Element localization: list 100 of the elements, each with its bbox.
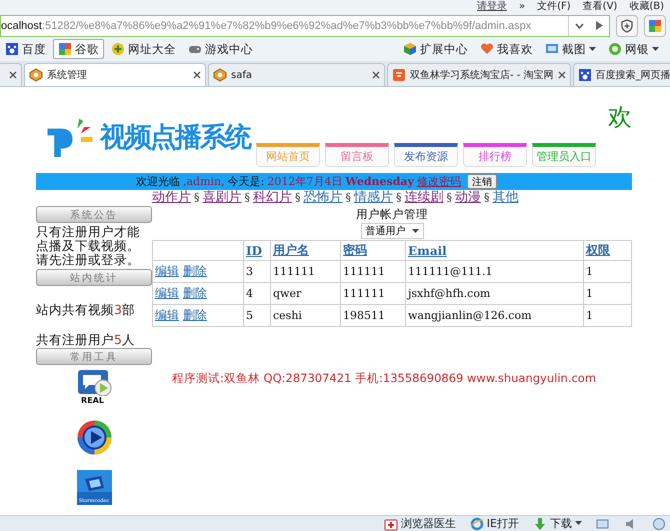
address-field[interactable]: ocalhost:51282/%e8%a7%86%e9%a2%91%e7%82%b9%e6%92%ad%e7%b3%bb%e7%bb%9f/admin.aspx [0,14,610,36]
table-cell: 111111 [340,282,406,304]
bookmark[interactable]: 游戏中心 [183,39,258,59]
close-icon [9,71,17,79]
section-mark: § [194,190,200,206]
table-cell: wangjianlin@126.com [406,304,584,326]
delete-link[interactable]: 删除 [183,264,207,278]
category-link[interactable]: 连续剧 [404,190,444,206]
stats-text: 共有注册用户5人 [36,332,136,347]
category-link[interactable]: 动作片 [152,190,191,206]
user-name: ,admin, [183,175,225,188]
column-header[interactable]: ID [244,240,270,260]
download-icon [533,516,547,530]
category-link[interactable]: 其他 [492,190,518,206]
section-mark: § [295,190,300,206]
plus-icon [111,42,125,56]
window-icon [596,516,610,530]
paw-icon [5,42,19,56]
section-mark: § [484,190,490,206]
section-mark: § [244,190,250,206]
contact-note: 程序测试:双鱼林 QQ:287307421 手机:13558690869 www.shuangyulin.com [172,371,598,386]
login-link[interactable]: 请登录 [476,1,507,13]
medical-kit-icon [384,516,398,530]
caret-icon [589,46,596,52]
table-cell: ceshi [270,304,340,326]
bookmark[interactable]: 百度 [0,39,51,59]
status-item[interactable]: 浏览器医生 [384,516,456,531]
chevron-down-icon [574,22,584,28]
site-title: 视频点播系统 [100,121,250,155]
table-cell: 1 [584,304,632,326]
panel-title: 用户帐户管理 [356,207,428,222]
column-header[interactable]: 密码 [340,240,406,260]
url-path: :51282/%e8%a7%86%e9%a2%91%e7%82%b9%e6%92%ad%e7%b3%bb%e7%bb%9f/admin.aspx [42,20,532,32]
browser-tab[interactable]: 双鱼林学习系统淘宝店- - 淘宝网 [387,63,571,86]
toolbar-button[interactable]: 我喜欢 [475,39,538,59]
bookmark[interactable]: 谷歌 [53,39,104,59]
menu-item[interactable]: 收藏(B) [629,1,664,13]
hexagon-icon [213,68,227,82]
delete-link[interactable]: 删除 [183,286,207,300]
browser-tab[interactable] [0,63,22,86]
browser-tab[interactable]: 系统管理 [24,63,206,86]
marquee-text: 欢 [608,102,632,133]
table-cell: 111111 [270,260,340,282]
browser-tab[interactable]: safa [208,63,385,86]
toolbar-button[interactable]: 网银 [603,39,664,59]
table-cell: 1 [584,260,632,282]
date-text: 2012年7月4日 [267,174,342,189]
delete-link[interactable]: 删除 [183,308,207,322]
taobao-icon [392,68,406,82]
browser-tab[interactable]: 百度搜索_网页播 [572,63,670,86]
media-player-icon[interactable] [76,420,112,455]
shield-icon [620,18,634,32]
close-icon [193,71,201,79]
section-mark: § [396,190,402,206]
greeting-text: 欢迎光临 [136,174,180,189]
table-cell: 3 [244,260,270,282]
cube-icon [403,42,417,56]
bookmark[interactable]: 网址大全 [106,39,181,59]
today-label: 今天是: [228,174,264,189]
edit-link[interactable]: 编辑 [155,264,179,278]
table-cell: jsxhf@hfh.com [406,282,584,304]
more-chevron[interactable]: » [518,1,526,13]
weekday-text: Wednesday [345,175,414,188]
column-header[interactable]: 权限 [584,240,632,260]
play-icon [596,21,602,30]
security-button[interactable] [616,14,638,36]
table-cell: 4 [244,282,270,304]
column-header[interactable]: 用户名 [270,240,340,260]
category-link[interactable]: 科幻片 [253,190,292,206]
notice-text: 只有注册用户才能点播及下载视频。请先注册或登录。 [36,225,141,267]
category-link[interactable]: 恐怖片 [304,190,342,206]
table-cell: 198511 [340,304,406,326]
category-link[interactable]: 动漫 [455,190,481,206]
table-cell: 5 [244,304,270,326]
user-type-select[interactable]: 普通用户 [360,223,424,239]
table-cell: qwer [270,282,340,304]
apps-button[interactable] [644,14,666,36]
caret-icon [575,521,582,526]
screenshot-icon [545,42,559,56]
menu-item[interactable]: 文件(F) [537,1,571,13]
category-link[interactable]: 情感片 [354,190,393,206]
google-icon [58,42,72,56]
table-cell: 111111 [340,260,406,282]
nav-tab[interactable]: 发布资源 [394,143,458,167]
close-icon [372,71,380,79]
browser-icon [470,516,484,530]
category-link[interactable]: 喜剧片 [202,190,242,206]
edit-link[interactable]: 编辑 [155,308,179,322]
url-host: ocalhost [1,20,42,32]
status-item[interactable]: IE打开 [470,516,519,531]
logout-button[interactable]: 注销 [466,174,497,189]
caret-icon [412,228,418,234]
toolbar-button[interactable]: 截图 [540,39,601,59]
heart-icon [480,42,494,56]
status-item[interactable]: 下载 [533,516,582,531]
toolbar-button[interactable]: 扩展中心 [398,39,473,59]
menu-item[interactable]: 查看(V) [582,1,618,13]
column-header[interactable]: Email [406,240,584,260]
caret-icon [652,46,659,52]
edit-link[interactable]: 编辑 [155,286,179,300]
